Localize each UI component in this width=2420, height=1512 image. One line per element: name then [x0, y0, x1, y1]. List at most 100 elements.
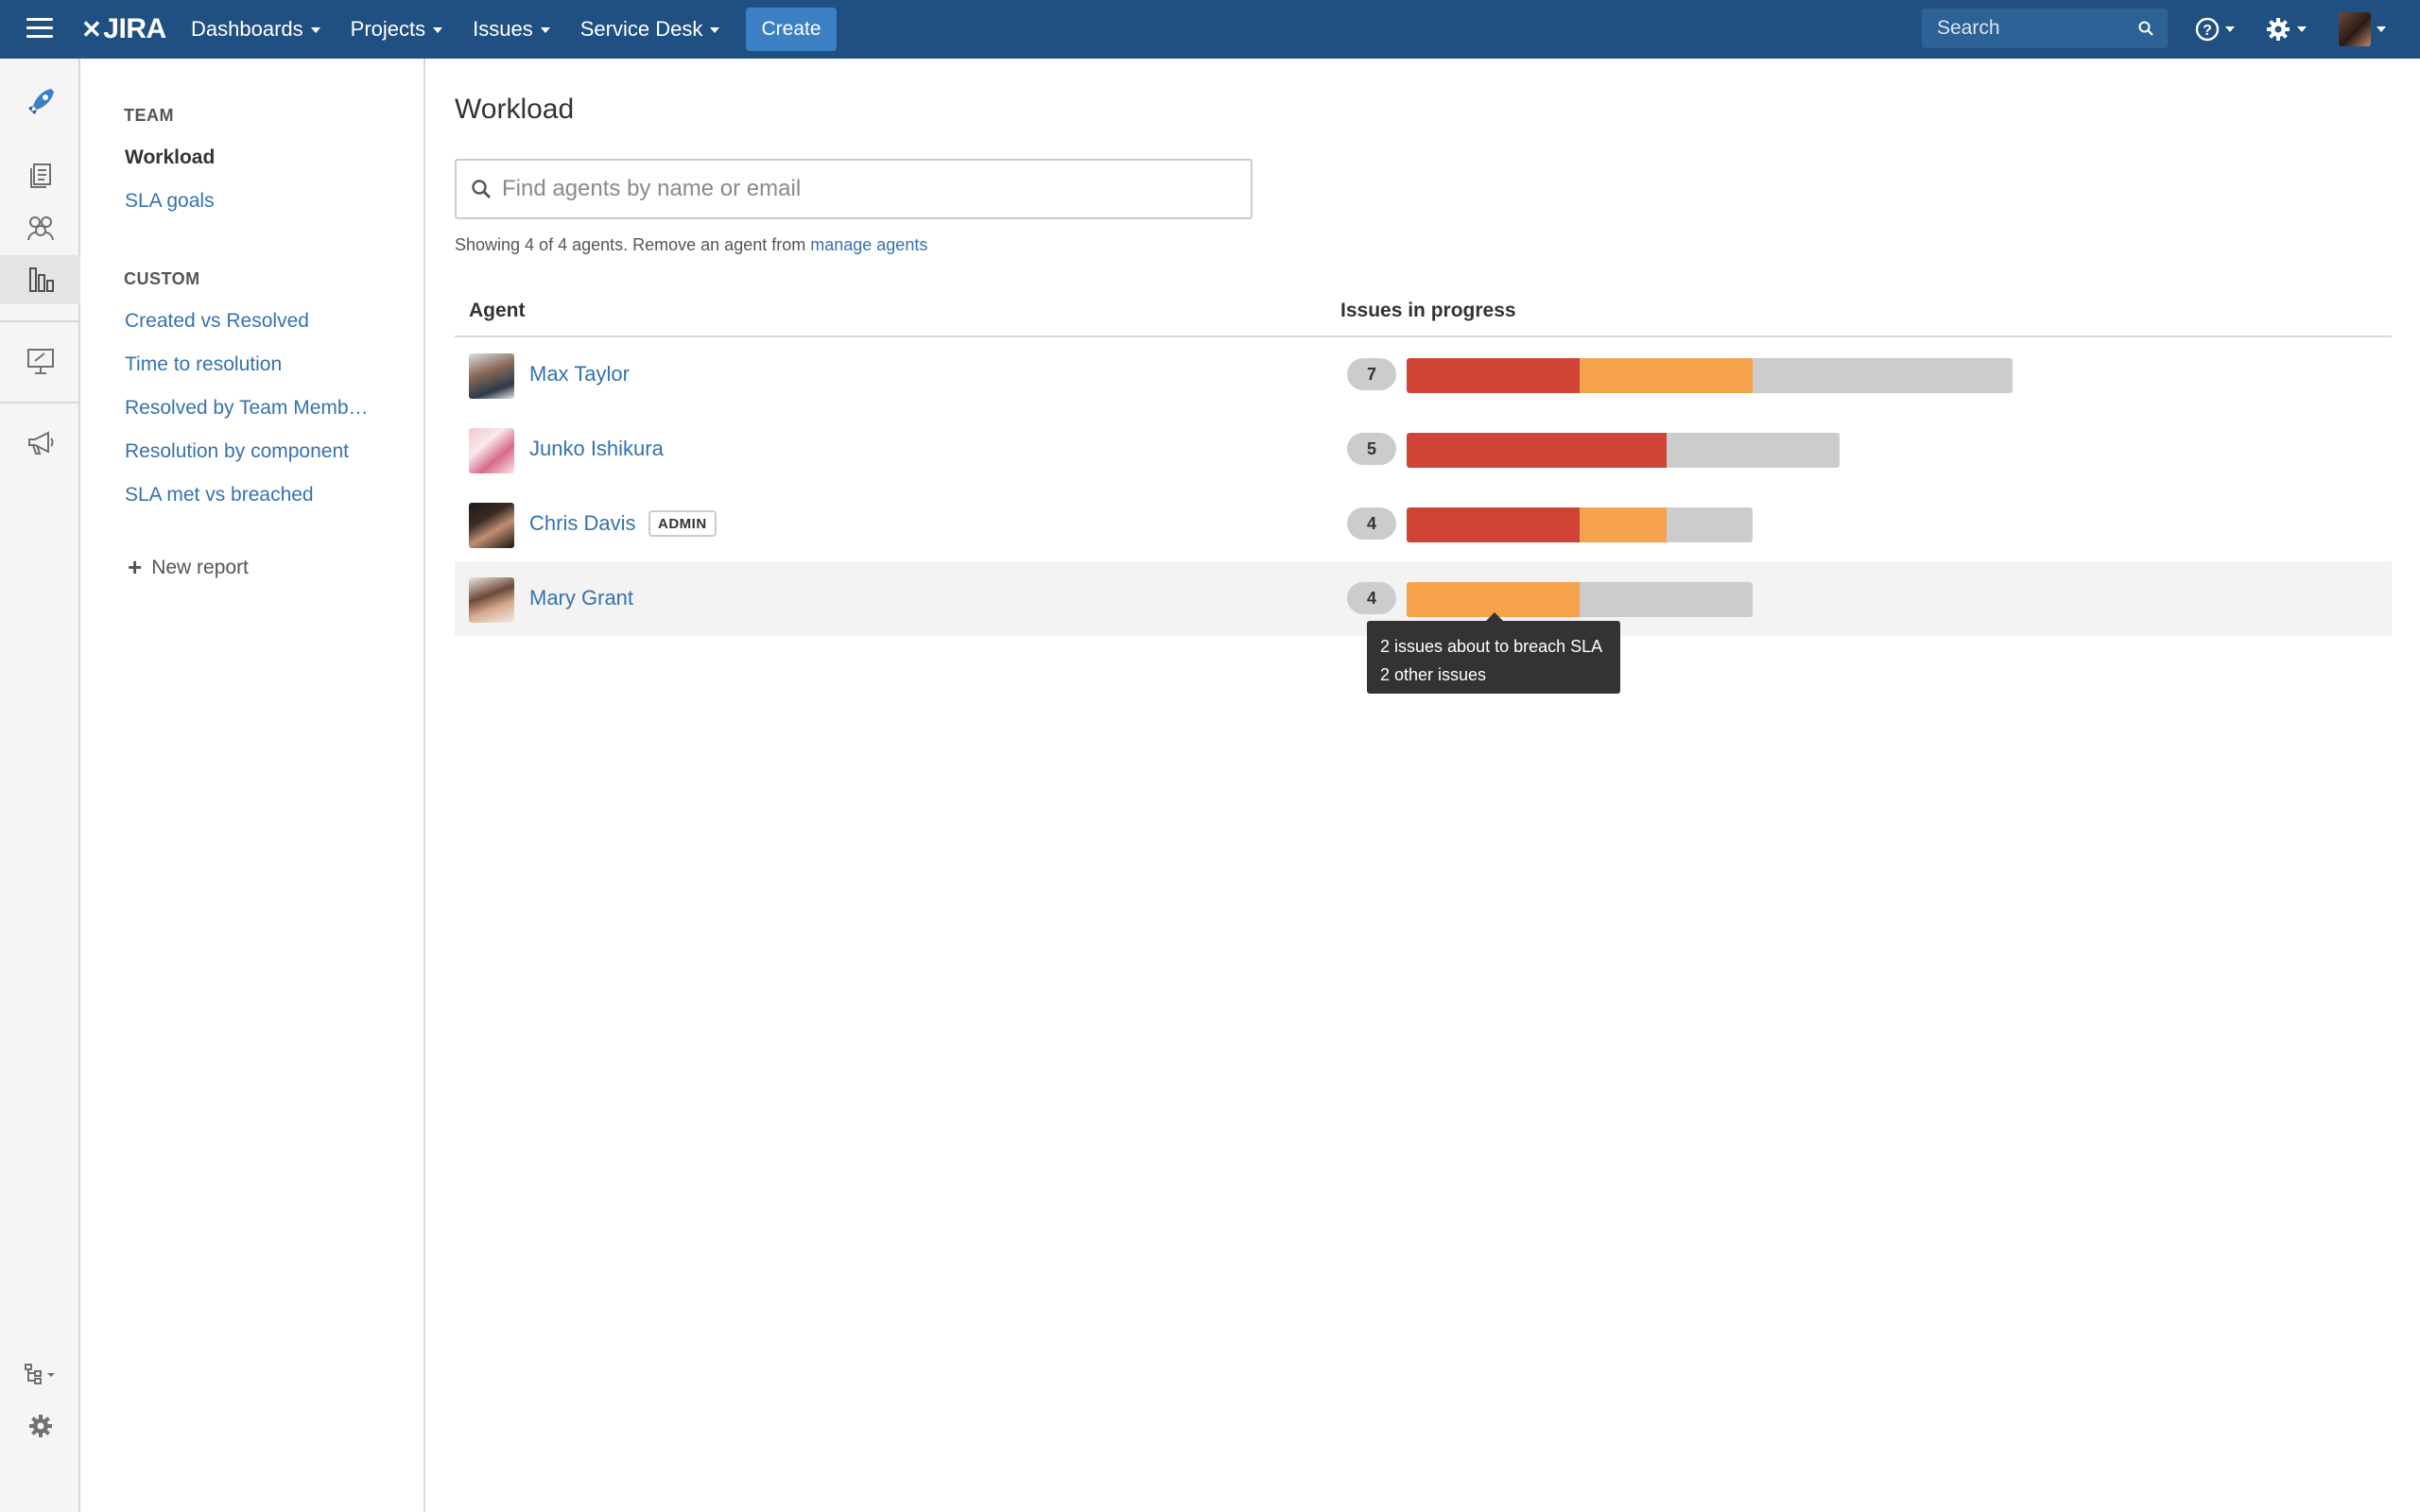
sidebar-item-sla-goals[interactable]: SLA goals [125, 190, 215, 213]
shortcuts-icon [24, 1364, 55, 1384]
bar-segment-breached [1407, 433, 1667, 468]
avatar[interactable] [469, 577, 514, 623]
hamburger-menu-icon[interactable] [26, 18, 53, 41]
svg-text:?: ? [2203, 23, 2212, 39]
issue-count-badge: 5 [1347, 433, 1396, 465]
new-report-label: New report [151, 556, 249, 578]
tooltip-line-about-to-breach: 2 issues about to breach SLA [1380, 637, 1603, 656]
menu-dashboards[interactable]: Dashboards [191, 17, 320, 42]
menu-projects-label: Projects [350, 17, 426, 41]
agent-name-link[interactable]: Max Taylor [529, 362, 630, 387]
chevron-down-icon [2297, 26, 2307, 32]
table-row: Max Taylor 7 [455, 337, 2392, 412]
sidebar-item-resolved-by-team-member[interactable]: Resolved by Team Memb… [125, 397, 369, 420]
reports-sidebar: TEAM Workload SLA goals CUSTOM Created v… [80, 59, 425, 1512]
rail-item-settings[interactable] [0, 1401, 80, 1451]
search-icon[interactable] [2137, 20, 2154, 37]
jira-logo-mark-icon: ✕ [81, 14, 102, 43]
menu-service-desk[interactable]: Service Desk [580, 17, 720, 42]
agent-search-input[interactable] [502, 176, 1220, 202]
bar-segment-other [1666, 433, 1840, 468]
rail-divider [0, 402, 78, 404]
issue-count-badge: 7 [1347, 358, 1396, 390]
megaphone-icon [27, 431, 53, 455]
bar-segment-other [1666, 507, 1753, 542]
menu-service-desk-label: Service Desk [579, 17, 703, 41]
rail-item-customers[interactable] [0, 203, 80, 252]
project-sidebar-rail [0, 59, 80, 1512]
sidebar-item-workload[interactable]: Workload [125, 146, 215, 169]
tooltip-line-other-issues: 2 other issues [1380, 665, 1487, 684]
table-row: Junko Ishikura 5 [455, 412, 2392, 487]
workload-bar[interactable] [1407, 433, 1840, 468]
workload-tooltip: 2 issues about to breach SLA 2 other iss… [1367, 612, 1620, 694]
admin-menu[interactable] [2265, 13, 2307, 45]
jira-logo-text: JIRA [103, 13, 166, 44]
customers-icon [26, 216, 54, 241]
bar-segment-about-to-breach [1580, 358, 1753, 393]
avatar[interactable] [469, 428, 514, 473]
sidebar-item-sla-met-vs-breached[interactable]: SLA met vs breached [125, 484, 314, 507]
rail-item-shortcuts[interactable] [0, 1349, 80, 1399]
menu-dashboards-label: Dashboards [191, 17, 303, 41]
rail-item-presentation[interactable] [0, 336, 80, 386]
issue-count-badge: 4 [1347, 582, 1396, 614]
chevron-down-icon [310, 27, 320, 33]
user-profile-menu[interactable] [2339, 12, 2386, 46]
table-row: Chris Davis ADMIN 4 [455, 487, 2392, 561]
main-menu: Dashboards Projects Issues Service Desk [191, 0, 750, 59]
bar-segment-about-to-breach [1580, 507, 1667, 542]
sidebar-item-resolution-by-component[interactable]: Resolution by component [125, 440, 349, 463]
agents-count-text: Showing 4 of 4 agents. Remove an agent f… [455, 235, 927, 255]
page-title: Workload [455, 94, 575, 125]
create-button[interactable]: Create [746, 8, 837, 51]
custom-heading: CUSTOM [124, 269, 200, 288]
help-icon: ? [2195, 17, 2220, 42]
avatar[interactable] [469, 353, 514, 399]
top-navigation: ✕ JIRA Dashboards Projects Issues Servic… [0, 0, 2420, 59]
workload-bar[interactable] [1407, 582, 1753, 617]
menu-issues-label: Issues [473, 17, 533, 41]
settings-icon [28, 1415, 52, 1437]
bar-segment-other [1580, 582, 1753, 617]
reports-icon [28, 267, 54, 292]
agent-name-link[interactable]: Mary Grant [529, 586, 633, 610]
chevron-down-icon [2225, 26, 2235, 32]
agent-search [455, 159, 1253, 219]
admin-badge: ADMIN [648, 510, 717, 537]
jira-logo[interactable]: ✕ JIRA [81, 11, 166, 47]
issue-count-badge: 4 [1347, 507, 1396, 540]
avatar[interactable] [469, 503, 514, 548]
column-header-agent[interactable]: Agent [469, 300, 526, 322]
new-report-button[interactable]: + New report [128, 553, 249, 582]
chevron-down-icon [2377, 26, 2386, 32]
chevron-down-icon [433, 27, 443, 33]
rail-item-queues[interactable] [0, 150, 80, 199]
column-header-issues-in-progress[interactable]: Issues in progress [1340, 300, 1516, 322]
rail-item-reports[interactable] [0, 255, 80, 304]
chevron-down-icon [540, 27, 550, 33]
chevron-down-icon [710, 27, 720, 33]
sidebar-item-time-to-resolution[interactable]: Time to resolution [125, 353, 282, 376]
team-heading: TEAM [124, 106, 174, 125]
rail-item-announcements[interactable] [0, 419, 80, 468]
workload-bar[interactable] [1407, 358, 2013, 393]
quick-search [1922, 9, 2168, 48]
agent-name-link[interactable]: Junko Ishikura [529, 437, 664, 461]
quick-search-input[interactable] [1937, 17, 2126, 40]
project-avatar[interactable] [0, 77, 80, 127]
sidebar-item-created-vs-resolved[interactable]: Created vs Resolved [125, 310, 309, 333]
plus-icon: + [128, 553, 143, 581]
bar-segment-breached [1407, 507, 1580, 542]
manage-agents-link[interactable]: manage agents [810, 235, 927, 254]
gear-icon [2267, 18, 2290, 41]
help-menu[interactable]: ? [2195, 13, 2235, 45]
workload-bar[interactable] [1407, 507, 1753, 542]
search-icon [472, 180, 491, 198]
bar-segment-other [1753, 358, 2013, 393]
agent-name-link[interactable]: Chris Davis [529, 511, 635, 536]
showing-text: Showing 4 of 4 agents. Remove an agent f… [455, 235, 811, 254]
rail-divider [0, 320, 78, 322]
menu-issues[interactable]: Issues [473, 17, 550, 42]
menu-projects[interactable]: Projects [350, 17, 443, 42]
